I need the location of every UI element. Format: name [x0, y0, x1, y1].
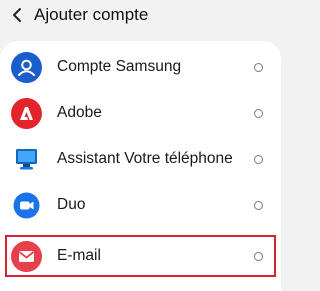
duo-icon [11, 190, 42, 221]
chevron-left-icon [13, 8, 21, 22]
account-label: Compte Samsung [57, 58, 182, 75]
account-item-your-phone[interactable]: Assistant Votre téléphone [0, 136, 281, 182]
account-label: Adobe [57, 104, 102, 121]
account-item-samsung[interactable]: Compte Samsung [0, 44, 281, 90]
account-label: Duo [57, 196, 86, 213]
radio-button[interactable] [254, 200, 263, 210]
account-item-adobe[interactable]: Adobe [0, 90, 281, 136]
adobe-icon [11, 97, 42, 129]
account-label: Assistant Votre téléphone [57, 150, 233, 167]
email-icon [11, 240, 42, 272]
account-item-duo[interactable]: Duo [0, 182, 281, 228]
radio-button[interactable] [254, 62, 263, 72]
account-label: E-mail [57, 247, 101, 264]
account-list: Compte Samsung Adobe Assistant Votre tél… [0, 41, 281, 291]
page-title: Ajouter compte [34, 5, 149, 24]
your-phone-icon [11, 144, 42, 175]
app-header: Ajouter compte [0, 0, 281, 30]
back-button[interactable] [0, 0, 34, 30]
samsung-account-icon [11, 51, 42, 83]
radio-button[interactable] [254, 108, 263, 118]
radio-button[interactable] [254, 154, 263, 164]
account-item-email[interactable]: E-mail [0, 233, 281, 279]
radio-button[interactable] [254, 251, 263, 261]
